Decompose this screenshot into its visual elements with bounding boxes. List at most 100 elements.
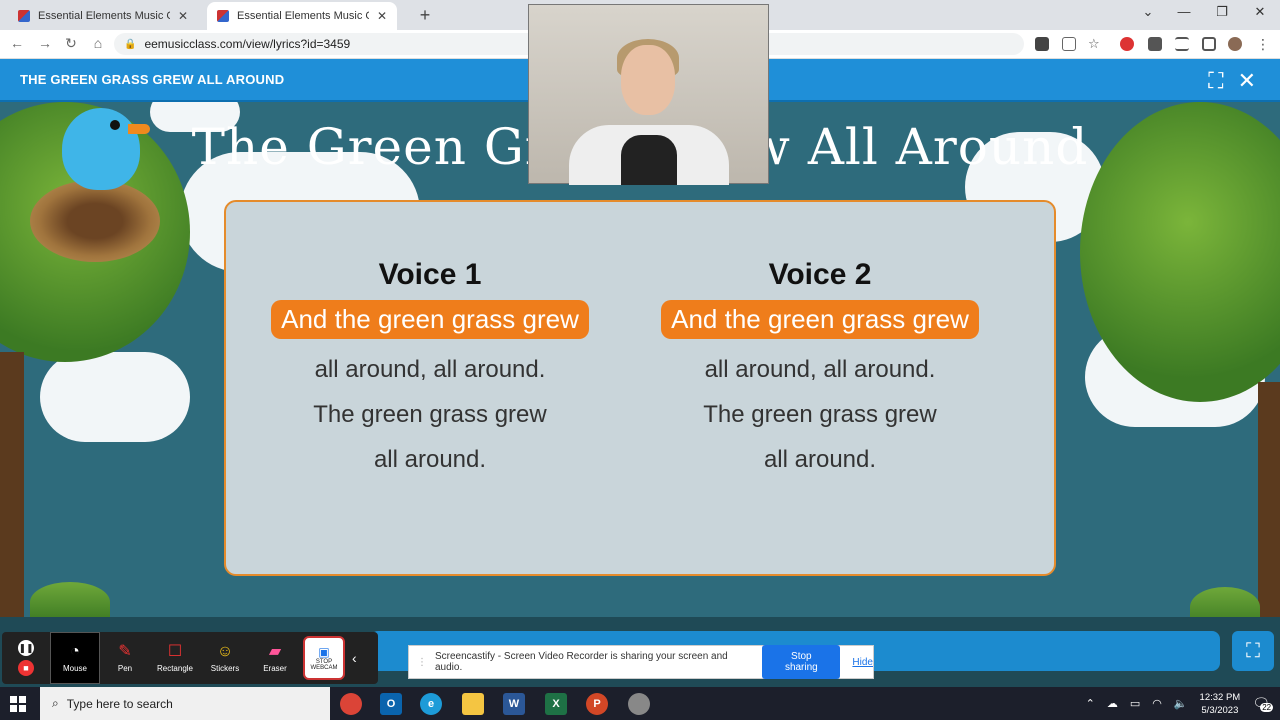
tree-left-trunk [0, 352, 24, 632]
sticker-icon: ☺ [216, 642, 234, 660]
mouse-pointer-icon: ◔ [70, 642, 80, 660]
rectangle-icon: ☐ [167, 642, 183, 660]
recording-controls: ❚❚ ■ [2, 632, 50, 684]
reload-icon[interactable]: ↻ [62, 35, 80, 52]
excel-taskbar-icon[interactable]: X [545, 693, 567, 715]
clock-time: 12:32 PM [1199, 691, 1241, 703]
edge-taskbar-icon[interactable]: e [420, 693, 442, 715]
browser-tab-1[interactable]: Essential Elements Music Class ✕ [8, 2, 198, 30]
stop-record-icon[interactable]: ■ [18, 660, 34, 676]
tool-label: Pen [117, 663, 133, 673]
cloud-decoration [40, 352, 190, 442]
voice-heading: Voice 1 [378, 258, 482, 291]
home-icon[interactable]: ⌂ [89, 35, 107, 51]
back-icon[interactable]: ← [8, 35, 26, 51]
taskbar-search-box[interactable]: ⌕ Type here to search [40, 687, 330, 720]
close-window-icon[interactable]: ✕ [1250, 4, 1270, 20]
notification-count: 22 [1260, 703, 1274, 712]
extensions-puzzle-icon[interactable] [1148, 37, 1162, 51]
tool-rectangle[interactable]: ☐ Rectangle [150, 632, 200, 684]
highlighted-lyric: And the green grass grew [271, 300, 589, 339]
fullscreen-icon[interactable]: ⛶ [1208, 68, 1223, 94]
profile-avatar[interactable] [1228, 37, 1242, 51]
lyric-line: The green grass grew [703, 401, 937, 428]
windows-start-icon[interactable] [10, 696, 26, 712]
lyric-line: all around, all around. [314, 356, 546, 383]
hide-link[interactable]: Hide [852, 657, 873, 668]
clock-date: 5/3/2023 [1201, 704, 1239, 716]
screencastify-extension-icon[interactable] [1120, 37, 1134, 51]
webcam-overlay[interactable] [528, 4, 769, 185]
bookmark-star-icon[interactable]: ☆ [1088, 37, 1102, 51]
pause-icon[interactable]: ❚❚ [18, 640, 34, 656]
player-fullscreen-icon[interactable]: ⛶ [1232, 631, 1274, 671]
side-panel-icon[interactable] [1202, 37, 1216, 51]
site-favicon-icon [18, 10, 30, 22]
collapse-toolbar-icon[interactable]: ‹ [348, 632, 357, 684]
grass-decoration [30, 582, 110, 622]
eraser-icon: ▰ [268, 642, 282, 660]
camera-icon[interactable] [1035, 37, 1049, 51]
lock-icon: 🔒 [124, 38, 137, 50]
browser-menu-icon[interactable]: ⋮ [1256, 37, 1270, 51]
stop-webcam-button[interactable]: ▣ STOP WEBCAM [303, 636, 345, 680]
tool-eraser[interactable]: ▰ Eraser [250, 632, 300, 684]
onedrive-icon[interactable]: ☁ [1107, 697, 1118, 710]
show-hidden-icons-icon[interactable]: ⌃ [1086, 697, 1095, 710]
close-icon[interactable]: ✕ [1238, 68, 1256, 94]
tool-stickers[interactable]: ☺ Stickers [200, 632, 250, 684]
maximize-icon[interactable]: ❐ [1212, 4, 1232, 20]
minimize-icon[interactable]: — [1174, 4, 1194, 19]
chrome-taskbar-icon[interactable] [340, 693, 362, 715]
system-clock[interactable]: 12:32 PM 5/3/2023 [1200, 691, 1241, 717]
system-tray: ⌃ ☁ ▭ ◠ 🔈 12:32 PM 5/3/2023 🗨22 [1086, 687, 1274, 720]
share-message: Screencastify - Screen Video Recorder is… [435, 651, 728, 673]
voice-heading: Voice 2 [768, 258, 872, 291]
lyrics-panel: Voice 1 And the green grass grew all aro… [224, 200, 1056, 576]
tool-label: Rectangle [156, 663, 194, 673]
voice-2-column: Voice 2 And the green grass grew all aro… [630, 258, 1010, 474]
annotation-toolbar: ❚❚ ■ ◔ Mouse ✎ Pen ☐ Rectangle ☺ Sticker… [2, 632, 378, 684]
app-header-title: THE GREEN GRASS GREW ALL AROUND [20, 72, 285, 87]
tool-label: Stickers [210, 663, 240, 673]
drag-handle-icon[interactable]: ⋮ [417, 657, 427, 668]
webcam-icon: ▣ [318, 645, 330, 659]
app-taskbar-icon[interactable] [628, 693, 650, 715]
volume-icon[interactable]: 🔈 [1174, 697, 1188, 710]
reading-list-icon[interactable] [1175, 37, 1189, 51]
stop-sharing-button[interactable]: Stop sharing [762, 645, 841, 679]
voice-1-column: Voice 1 And the green grass grew all aro… [240, 258, 620, 474]
url-text: eemusicclass.com/view/lyrics?id=3459 [144, 37, 351, 51]
outlook-taskbar-icon[interactable]: O [380, 693, 402, 715]
windows-taskbar: ⌕ Type here to search O e W X P ⌃ ☁ ▭ ◠ … [0, 687, 1280, 720]
tool-pen[interactable]: ✎ Pen [100, 632, 150, 684]
tool-label: Mouse [62, 663, 87, 673]
search-placeholder: Type here to search [66, 696, 173, 711]
tool-label: Eraser [263, 663, 287, 673]
share-icon[interactable] [1062, 37, 1076, 51]
lyric-line: The green grass grew [313, 401, 547, 428]
screen-share-notification: ⋮ Screencastify - Screen Video Recorder … [408, 645, 874, 679]
powerpoint-taskbar-icon[interactable]: P [586, 693, 608, 715]
close-tab-icon[interactable]: ✕ [377, 9, 387, 23]
wifi-icon[interactable]: ◠ [1152, 697, 1162, 710]
person-head [621, 45, 675, 115]
highlighted-lyric: And the green grass grew [661, 300, 979, 339]
tree-right-trunk [1258, 382, 1280, 632]
tab-title: Essential Elements Music Class [38, 10, 170, 22]
browser-tab-2[interactable]: Essential Elements Music Cla ✕ [207, 2, 397, 30]
file-explorer-taskbar-icon[interactable] [462, 693, 484, 715]
close-tab-icon[interactable]: ✕ [178, 9, 188, 23]
tab-search-chevron-icon[interactable]: ⌄ [1138, 4, 1158, 20]
person-shirt [621, 135, 677, 185]
tool-mouse[interactable]: ◔ Mouse [50, 632, 100, 684]
bird-nest [30, 180, 160, 262]
site-favicon-icon [217, 10, 229, 22]
search-icon: ⌕ [52, 696, 59, 710]
word-taskbar-icon[interactable]: W [503, 693, 525, 715]
notifications-icon[interactable]: 🗨22 [1252, 695, 1274, 712]
battery-icon[interactable]: ▭ [1130, 697, 1140, 710]
forward-icon[interactable]: → [36, 35, 54, 51]
new-tab-icon[interactable]: + [416, 5, 434, 26]
tab-title: Essential Elements Music Cla [237, 10, 369, 22]
